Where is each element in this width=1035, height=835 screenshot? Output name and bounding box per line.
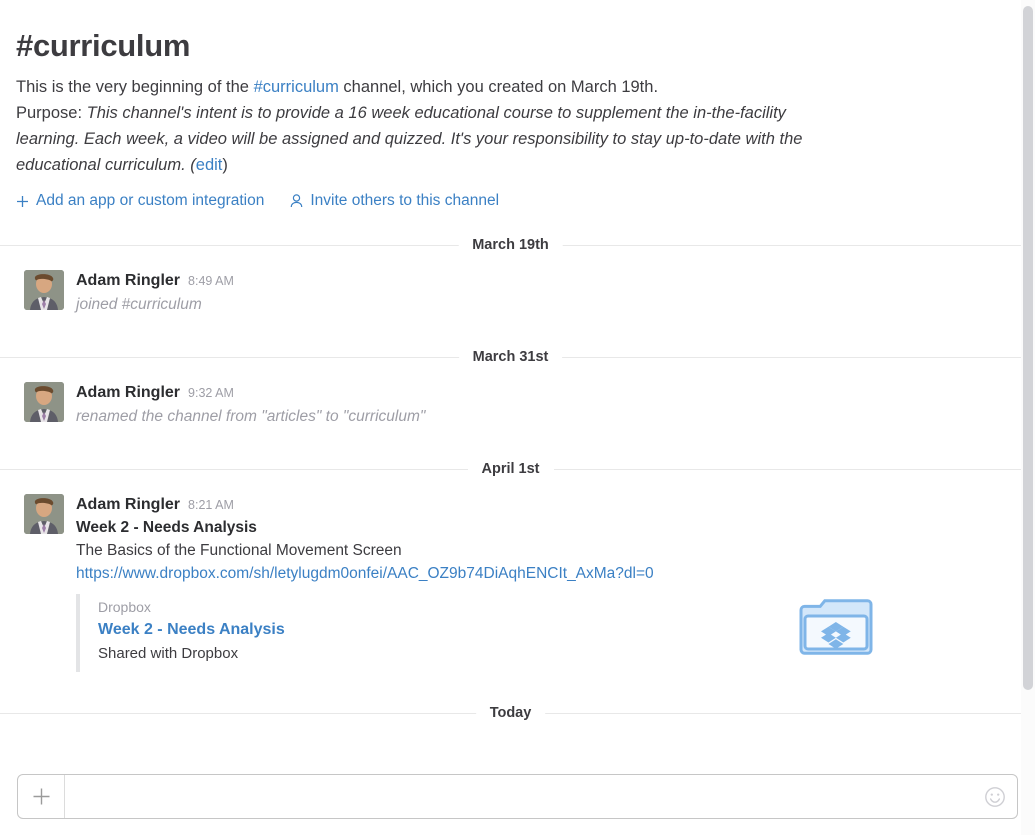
date-divider: March 31st xyxy=(0,344,1021,370)
message-title: Week 2 - Needs Analysis xyxy=(76,516,991,539)
message-header: Adam Ringler 8:49 AM xyxy=(76,270,991,292)
message-timestamp: 8:21 AM xyxy=(188,495,234,516)
message-header: Adam Ringler 9:32 AM xyxy=(76,382,991,404)
message-body: Adam Ringler 9:32 AM renamed the channel… xyxy=(76,382,991,428)
channel-mention-link[interactable]: #curriculum xyxy=(254,78,339,96)
slack-channel-window: #curriculum This is the very beginning o… xyxy=(0,0,1035,835)
invite-others-label: Invite others to this channel xyxy=(310,192,499,210)
message-row: Adam Ringler 8:49 AM joined #curriculum xyxy=(0,258,1021,322)
message-author[interactable]: Adam Ringler xyxy=(76,382,180,403)
dropbox-url-link[interactable]: https://www.dropbox.com/sh/letylugdm0onf… xyxy=(76,565,654,582)
date-divider: April 1st xyxy=(0,456,1021,482)
intro-suffix: channel, which you created on March 19th… xyxy=(339,78,658,96)
message-text: The Basics of the Functional Movement Sc… xyxy=(76,539,991,562)
channel-intro-actions: Add an app or custom integration Invite … xyxy=(16,192,991,210)
edit-close-paren: ) xyxy=(222,156,228,174)
smiley-icon xyxy=(984,786,1006,808)
message-pane[interactable]: #curriculum This is the very beginning o… xyxy=(0,0,1021,835)
message-timestamp: 8:49 AM xyxy=(188,271,234,292)
message-body: Adam Ringler 8:21 AM Week 2 - Needs Anal… xyxy=(76,494,991,672)
message-author[interactable]: Adam Ringler xyxy=(76,270,180,291)
avatar[interactable] xyxy=(24,270,64,310)
message-input[interactable] xyxy=(65,775,973,818)
page-title: #curriculum xyxy=(16,28,991,64)
edit-purpose-link[interactable]: edit xyxy=(196,156,223,174)
message-body: Adam Ringler 8:49 AM joined #curriculum xyxy=(76,270,991,316)
add-app-integration-label: Add an app or custom integration xyxy=(36,192,264,210)
invite-others-link[interactable]: Invite others to this channel xyxy=(290,192,499,210)
message-row: Adam Ringler 9:32 AM renamed the channel… xyxy=(0,370,1021,434)
person-icon xyxy=(290,194,303,208)
divider-label: April 1st xyxy=(467,456,553,482)
message-row: Adam Ringler 8:21 AM Week 2 - Needs Anal… xyxy=(0,482,1021,678)
date-divider: March 19th xyxy=(0,232,1021,258)
purpose-label: Purpose: xyxy=(16,104,87,122)
avatar[interactable] xyxy=(24,494,64,534)
scrollbar-thumb[interactable] xyxy=(1023,6,1033,690)
add-attachment-button[interactable] xyxy=(18,775,65,818)
composer-box xyxy=(17,774,1018,819)
divider-label: March 31st xyxy=(459,344,563,370)
dropbox-folder-icon[interactable] xyxy=(798,596,874,656)
intro-prefix: This is the very beginning of the xyxy=(16,78,254,96)
divider-label: Today xyxy=(476,700,546,726)
divider-label: March 19th xyxy=(458,232,563,258)
plus-icon xyxy=(32,787,51,806)
message-timestamp: 9:32 AM xyxy=(188,383,234,404)
purpose-text: This channel's intent is to provide a 16… xyxy=(16,104,802,174)
message-author[interactable]: Adam Ringler xyxy=(76,494,180,515)
message-url-line: https://www.dropbox.com/sh/letylugdm0onf… xyxy=(76,562,991,585)
emoji-button[interactable] xyxy=(973,775,1017,818)
channel-intro: #curriculum This is the very beginning o… xyxy=(0,0,1021,210)
add-app-integration-link[interactable]: Add an app or custom integration xyxy=(16,192,264,210)
plus-icon xyxy=(16,195,29,208)
scrollbar-track[interactable] xyxy=(1021,0,1035,835)
edit-open-paren: ( xyxy=(186,156,196,174)
channel-intro-text: This is the very beginning of the #curri… xyxy=(16,74,816,178)
link-attachment: Dropbox Week 2 - Needs Analysis Shared w… xyxy=(76,594,991,672)
date-divider: Today xyxy=(0,700,1021,726)
message-system-text: renamed the channel from "articles" to "… xyxy=(76,405,991,428)
message-header: Adam Ringler 8:21 AM xyxy=(76,494,991,516)
avatar[interactable] xyxy=(24,382,64,422)
message-system-text: joined #curriculum xyxy=(76,293,991,316)
message-composer xyxy=(0,762,1035,835)
